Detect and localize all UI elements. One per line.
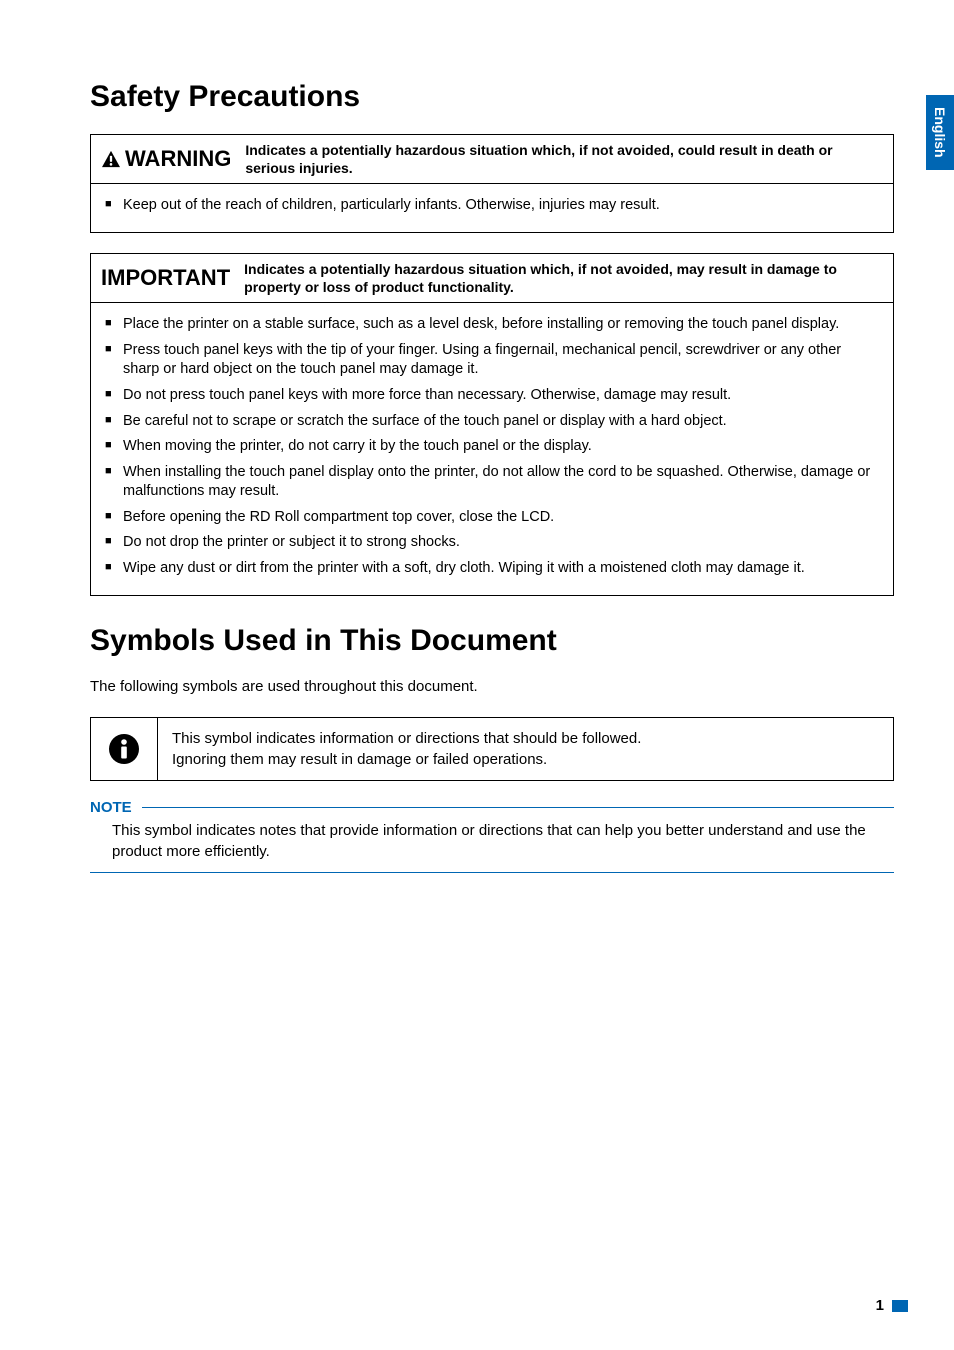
note-body: This symbol indicates notes that provide…: [90, 816, 894, 872]
important-item: Place the printer on a stable surface, s…: [105, 315, 879, 335]
heading-safety-precautions: Safety Precautions: [90, 80, 894, 114]
symbols-intro: The following symbols are used throughou…: [90, 678, 894, 695]
warning-title: WARNING: [125, 146, 231, 172]
important-item: Before opening the RD Roll compartment t…: [105, 508, 879, 528]
important-item: Do not press touch panel keys with more …: [105, 386, 879, 406]
important-item: Do not drop the printer or subject it to…: [105, 533, 879, 553]
heading-symbols: Symbols Used in This Document: [90, 624, 894, 658]
info-icon: [108, 733, 140, 765]
important-item: Be careful not to scrape or scratch the …: [105, 412, 879, 432]
important-box: IMPORTANT Indicates a potentially hazard…: [90, 253, 894, 596]
page-number: 1: [876, 1297, 884, 1314]
important-header: IMPORTANT Indicates a potentially hazard…: [91, 254, 893, 303]
note-bottom-line: [90, 872, 894, 873]
important-description: Indicates a potentially hazardous situat…: [244, 260, 883, 296]
warning-icon: [101, 150, 121, 168]
info-icon-cell: [91, 718, 157, 780]
language-tab: English: [926, 95, 954, 170]
important-item: When moving the printer, do not carry it…: [105, 437, 879, 457]
footer-bar: [892, 1300, 908, 1312]
note-top-line: [142, 807, 894, 808]
info-symbol-box: This symbol indicates information or dir…: [90, 717, 894, 781]
note-label: NOTE: [90, 799, 142, 816]
important-item: Wipe any dust or dirt from the printer w…: [105, 559, 879, 579]
info-symbol-text: This symbol indicates information or dir…: [157, 718, 893, 780]
info-line-2: Ignoring them may result in damage or fa…: [172, 749, 879, 770]
warning-body: Keep out of the reach of children, parti…: [91, 184, 893, 232]
warning-box: WARNING Indicates a potentially hazardou…: [90, 134, 894, 233]
note-header-row: NOTE: [90, 799, 894, 816]
info-line-1: This symbol indicates information or dir…: [172, 728, 879, 749]
note-section: NOTE This symbol indicates notes that pr…: [90, 799, 894, 873]
warning-description: Indicates a potentially hazardous situat…: [245, 141, 883, 177]
warning-item: Keep out of the reach of children, parti…: [105, 196, 879, 216]
important-body: Place the printer on a stable surface, s…: [91, 303, 893, 594]
page-footer: 1: [876, 1297, 908, 1314]
important-item: When installing the touch panel display …: [105, 463, 879, 502]
important-item: Press touch panel keys with the tip of y…: [105, 341, 879, 380]
important-title: IMPORTANT: [101, 265, 230, 291]
warning-header: WARNING Indicates a potentially hazardou…: [91, 135, 893, 184]
